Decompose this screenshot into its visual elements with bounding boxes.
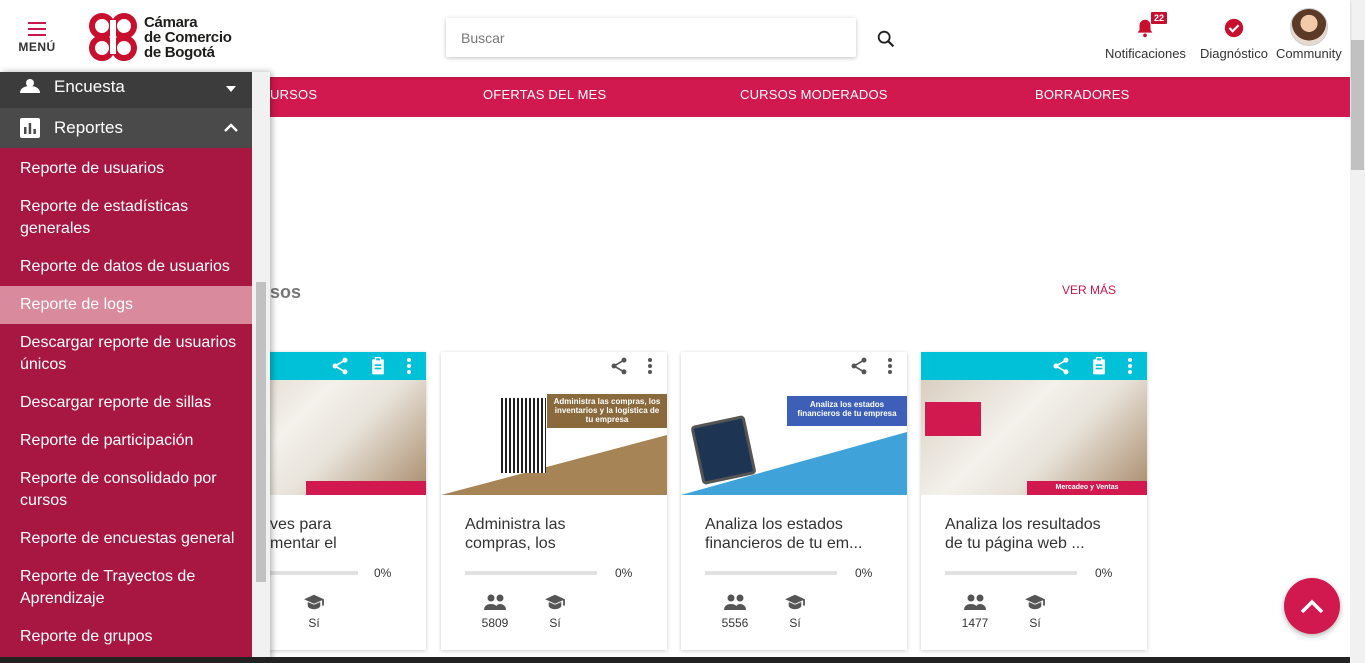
course-card[interactable]: Administra las compras, los inventarios … <box>441 352 667 650</box>
nav-item-cursos-moderados[interactable]: CURSOS MODERADOS <box>740 87 888 102</box>
share-icon[interactable] <box>849 356 869 376</box>
clipboard-icon[interactable] <box>1089 356 1109 376</box>
course-image: Administra las compras, los inventarios … <box>441 380 667 495</box>
progress-percent: 0% <box>855 566 873 580</box>
graduation-cap-icon <box>545 594 565 610</box>
course-title: Administra las compras, los <box>465 516 566 552</box>
users-stat: 5556 <box>715 592 755 630</box>
users-stat: 1477 <box>955 592 995 630</box>
card-toolbar <box>921 352 1147 380</box>
chevron-up-icon <box>224 123 238 132</box>
top-header: MENÚ Cámara de Comercio de Bogotá 22 Not… <box>0 0 1350 77</box>
sidebar-scrollbar-thumb[interactable] <box>256 282 266 582</box>
page-scrollbar-thumb[interactable] <box>1351 40 1364 170</box>
side-menu: Encuesta Reportes Reporte de usuarios Re… <box>0 72 270 663</box>
community-button[interactable]: Community <box>1276 8 1342 61</box>
search-icon[interactable] <box>875 28 897 50</box>
nav-item-ofertas[interactable]: OFERTAS DEL MES <box>483 87 606 102</box>
see-more-link[interactable]: VER MÁS <box>1062 283 1116 297</box>
sidebar-item-descargar-sillas[interactable]: Descargar reporte de sillas <box>0 384 270 422</box>
card-toolbar <box>441 352 667 380</box>
scroll-top-button[interactable] <box>1284 578 1340 634</box>
sidebar-item-reporte-encuestas[interactable]: Reporte de encuestas general <box>0 520 270 558</box>
more-vert-icon[interactable] <box>647 357 653 375</box>
course-card[interactable]: Analiza los estados financieros de tu em… <box>681 352 907 650</box>
sidebar-item-reporte-participacion[interactable]: Reporte de participación <box>0 422 270 460</box>
avatar <box>1289 8 1328 46</box>
community-label: Community <box>1276 46 1342 61</box>
survey-icon <box>20 78 40 98</box>
sidebar-item-encuesta[interactable]: Encuesta <box>0 72 270 108</box>
share-icon[interactable] <box>1051 356 1071 376</box>
certificate-stat: Sí <box>775 592 815 630</box>
more-vert-icon[interactable] <box>1127 357 1133 375</box>
ccb-logo-icon <box>89 13 137 61</box>
menu-button[interactable]: MENÚ <box>14 22 60 54</box>
sidebar-item-reporte-logs[interactable]: Reporte de logs <box>0 286 270 324</box>
progress-percent: 0% <box>615 566 633 580</box>
progress-bar <box>945 571 1077 575</box>
certificate-stat: Sí <box>535 592 575 630</box>
people-icon <box>724 594 746 610</box>
card-toolbar <box>681 352 907 380</box>
share-icon[interactable] <box>330 356 350 376</box>
bar-chart-icon <box>20 118 40 138</box>
sidebar-item-reporte-grupos[interactable]: Reporte de grupos <box>0 618 270 656</box>
section-title: sos <box>270 282 302 302</box>
search-input[interactable] <box>446 18 856 57</box>
more-vert-icon[interactable] <box>406 357 412 375</box>
sidebar-item-reporte-trayectos[interactable]: Reporte de Trayectos de Aprendizaje <box>0 558 270 618</box>
sidebar-item-reporte-consolidado[interactable]: Reporte de consolidado por cursos <box>0 460 270 520</box>
sidebar-section-label: Reportes <box>54 118 123 137</box>
course-title: Analiza los estados financieros de tu em… <box>705 516 863 552</box>
course-image: Mercadeo y Ventas <box>921 380 1147 495</box>
sidebar-item-reporte-datos-usuarios[interactable]: Reporte de datos de usuarios <box>0 248 270 286</box>
logo-text: Cámara de Comercio de Bogotá <box>144 13 232 61</box>
share-icon[interactable] <box>609 356 629 376</box>
certificate-stat: Sí <box>294 592 334 630</box>
notifications-label: Notificaciones <box>1105 46 1186 61</box>
sidebar-section-reportes[interactable]: Reportes <box>0 108 270 148</box>
graduation-cap-icon <box>1025 594 1045 610</box>
progress-percent: 0% <box>1095 566 1113 580</box>
menu-label: MENÚ <box>18 40 56 54</box>
nav-item-cursos[interactable]: URSOS <box>270 87 317 102</box>
clipboard-icon[interactable] <box>368 356 388 376</box>
graduation-cap-icon <box>785 594 805 610</box>
sidebar-item-descargar-usuarios-unicos[interactable]: Descargar reporte de usuarios únicos <box>0 324 270 384</box>
progress-percent: 0% <box>374 566 392 580</box>
course-card[interactable]: Mercadeo y Ventas Analiza los resultados… <box>921 352 1147 650</box>
chevron-up-icon <box>1300 599 1324 614</box>
hamburger-icon <box>14 22 60 36</box>
ccb-logo[interactable]: Cámara de Comercio de Bogotá <box>88 12 232 62</box>
diagnostic-button[interactable]: Diagnóstico <box>1200 10 1268 61</box>
progress-bar <box>465 571 597 575</box>
course-image: Analiza los estados financieros de tu em… <box>681 380 907 495</box>
diagnostic-label: Diagnóstico <box>1200 46 1268 61</box>
check-circle-icon <box>1224 18 1244 38</box>
course-title: ves para mentar el <box>270 516 337 552</box>
bottom-edge <box>0 657 1350 663</box>
people-icon <box>484 594 506 610</box>
progress-bar <box>705 571 837 575</box>
sidebar-item-reporte-usuarios[interactable]: Reporte de usuarios <box>0 150 270 188</box>
nav-item-borradores[interactable]: BORRADORES <box>1035 87 1129 102</box>
progress-bar <box>270 571 358 575</box>
more-vert-icon[interactable] <box>887 357 893 375</box>
course-title: Analiza los resultados de tu página web … <box>945 516 1101 552</box>
graduation-cap-icon <box>304 594 324 610</box>
certificate-stat: Sí <box>1015 592 1055 630</box>
chevron-down-icon <box>226 86 236 92</box>
people-icon <box>964 594 986 610</box>
notifications-button[interactable]: 22 Notificaciones <box>1105 10 1186 61</box>
users-stat: 5809 <box>475 592 515 630</box>
notification-badge: 22 <box>1151 12 1168 24</box>
sidebar-item-reporte-estadisticas[interactable]: Reporte de estadísticas generales <box>0 188 270 248</box>
